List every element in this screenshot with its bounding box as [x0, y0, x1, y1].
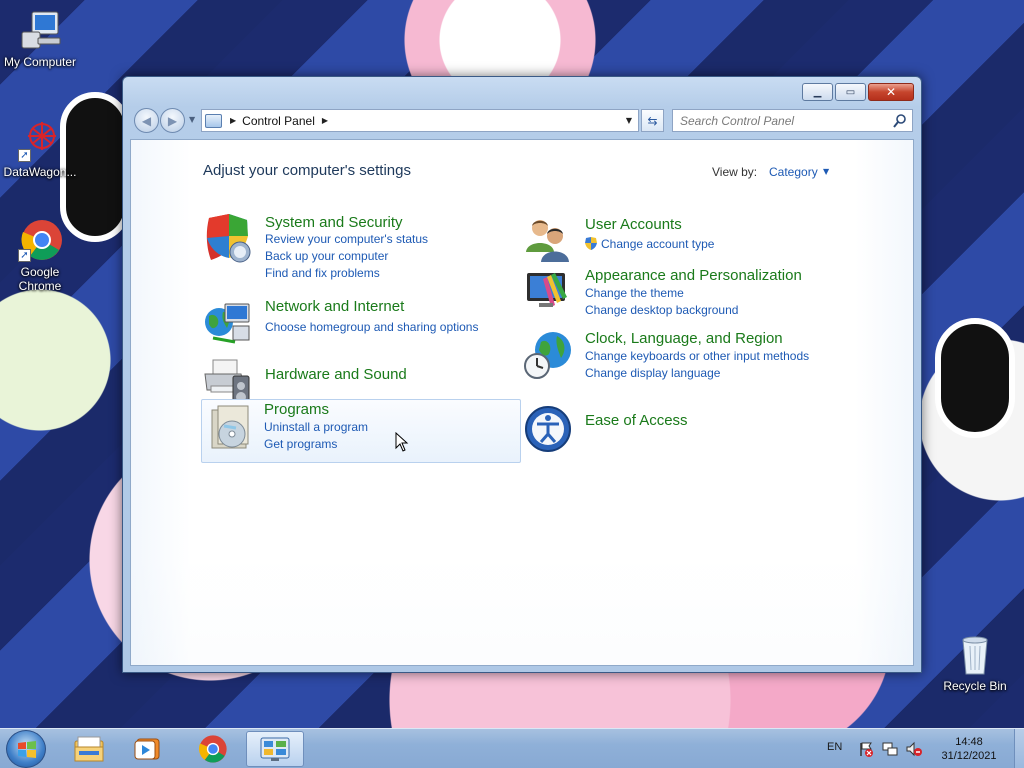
forward-button[interactable]: ▶ [160, 108, 185, 133]
start-button[interactable] [6, 730, 46, 768]
network-icon[interactable] [882, 741, 898, 757]
datawagon-icon: ➚ [18, 118, 62, 162]
link-change-desktop-background[interactable]: Change desktop background [585, 303, 738, 317]
computer-icon [18, 8, 62, 52]
link-find-fix-problems[interactable]: Find and fix problems [265, 266, 380, 280]
link-get-programs[interactable]: Get programs [264, 437, 337, 451]
view-by-label: View by: [712, 165, 758, 179]
category-title[interactable]: Hardware and Sound [265, 366, 407, 383]
security-shield-icon [206, 214, 251, 263]
taskbar-control-panel-button[interactable] [246, 731, 304, 767]
recycle-bin-icon [953, 632, 997, 676]
desktop-icon-my-computer[interactable]: My Computer [0, 8, 80, 69]
close-button[interactable]: ✕ [868, 83, 914, 101]
taskbar-explorer-button[interactable] [62, 731, 116, 767]
maximize-button[interactable]: ▭ [835, 83, 866, 101]
navigation-bar: ◀ ▶ ▼ ▶ Control Panel ▶ ▼ ⇆ [131, 107, 913, 133]
link-homegroup-sharing[interactable]: Choose homegroup and sharing options [265, 320, 478, 334]
chrome-icon: ➚ [18, 218, 62, 262]
link-change-account-type[interactable]: Change account type [585, 237, 714, 251]
language-indicator[interactable]: EN [827, 741, 842, 753]
category-title[interactable]: Network and Internet [265, 298, 404, 315]
category-system-and-security: System and Security Review your computer… [203, 214, 523, 280]
window-controls: ▁ ▭ ✕ [802, 83, 914, 101]
chevron-down-icon[interactable]: ▼ [823, 167, 829, 176]
programs-disc-icon [211, 405, 249, 449]
category-title[interactable]: Appearance and Personalization [585, 267, 802, 284]
uac-shield-icon [585, 237, 597, 250]
category-title[interactable]: User Accounts [585, 216, 682, 233]
link-change-display-language[interactable]: Change display language [585, 366, 720, 380]
user-accounts-icon [526, 220, 569, 262]
refresh-icon: ⇆ [647, 113, 658, 128]
explorer-icon [74, 736, 104, 762]
address-dropdown-icon[interactable]: ▼ [626, 116, 632, 125]
control-panel-content: Adjust your computer's settings View by:… [130, 139, 914, 666]
category-title[interactable]: Ease of Access [585, 412, 688, 429]
clock-globe-icon [524, 332, 571, 379]
category-programs[interactable]: Programs Uninstall a program Get program… [201, 399, 521, 463]
desktop-icon-label: My Computer [3, 55, 77, 69]
category-title[interactable]: Clock, Language, and Region [585, 330, 783, 347]
link-change-theme[interactable]: Change the theme [585, 286, 684, 300]
search-input[interactable] [673, 110, 883, 131]
category-title[interactable]: System and Security [265, 214, 403, 231]
taskbar: EN 14:48 31/12/2021 [0, 728, 1024, 768]
volume-muted-icon[interactable] [906, 741, 922, 757]
show-desktop-button[interactable] [1014, 729, 1024, 768]
search-box[interactable] [672, 109, 913, 132]
category-title[interactable]: Programs [264, 401, 329, 418]
chrome-icon [199, 735, 227, 763]
wallpaper-character [935, 318, 1015, 438]
control-panel-icon [260, 737, 290, 761]
category-clock-language-region: Clock, Language, and Region Change keybo… [523, 330, 843, 392]
link-back-up[interactable]: Back up your computer [265, 249, 388, 263]
action-center-flag-icon[interactable] [858, 741, 874, 757]
taskbar-chrome-button[interactable] [186, 731, 240, 767]
ease-of-access-icon [525, 406, 571, 452]
windows-logo-icon [18, 741, 36, 758]
taskbar-clock[interactable]: 14:48 31/12/2021 [926, 735, 1012, 763]
desktop-icon-label: Google Chrome [18, 265, 62, 293]
link-label: Change account type [601, 237, 715, 251]
desktop-icon-google-chrome[interactable]: ➚ Google Chrome [0, 218, 80, 293]
mouse-cursor-icon [395, 432, 409, 452]
search-icon[interactable] [892, 113, 908, 129]
back-arrow-icon: ◀ [141, 113, 152, 128]
media-player-icon [134, 738, 160, 760]
category-network-and-internet: Network and Internet Choose homegroup an… [203, 298, 523, 360]
appearance-monitor-icon [527, 273, 567, 307]
link-review-status[interactable]: Review your computer's status [265, 232, 428, 246]
recent-pages-dropdown[interactable]: ▼ [189, 115, 195, 124]
back-button[interactable]: ◀ [134, 108, 159, 133]
link-change-keyboards[interactable]: Change keyboards or other input methods [585, 349, 809, 363]
page-title: Adjust your computer's settings [203, 162, 411, 179]
desktop-icon-label: Recycle Bin [943, 679, 1007, 693]
address-bar[interactable]: ▶ Control Panel ▶ ▼ [201, 109, 639, 132]
clock-time: 14:48 [955, 736, 983, 748]
breadcrumb-separator-icon[interactable]: ▶ [230, 116, 236, 125]
clock-date: 31/12/2021 [941, 750, 997, 762]
control-panel-window: ▁ ▭ ✕ ◀ ▶ ▼ ▶ Control Panel ▶ ▼ ⇆ Search… [122, 76, 922, 673]
desktop-icon-label: DataWagon... [3, 165, 77, 179]
taskbar-media-player-button[interactable] [120, 731, 174, 767]
minimize-button[interactable]: ▁ [802, 83, 833, 101]
breadcrumb-control-panel[interactable]: Control Panel [242, 114, 315, 128]
desktop-icon-datawagon[interactable]: ➚ DataWagon... [0, 118, 80, 179]
link-uninstall-program[interactable]: Uninstall a program [264, 420, 368, 434]
control-panel-icon [205, 113, 222, 128]
view-by-dropdown[interactable]: Category [769, 165, 818, 179]
network-globe-icon [205, 303, 250, 344]
breadcrumb-separator-icon[interactable]: ▶ [322, 116, 328, 125]
category-ease-of-access: Ease of Access [523, 404, 843, 466]
desktop-icon-recycle-bin[interactable]: Recycle Bin [935, 632, 1015, 693]
forward-arrow-icon: ▶ [167, 113, 178, 128]
category-appearance-and-personalization: Appearance and Personalization Change th… [523, 267, 843, 329]
refresh-button[interactable]: ⇆ [641, 109, 664, 132]
